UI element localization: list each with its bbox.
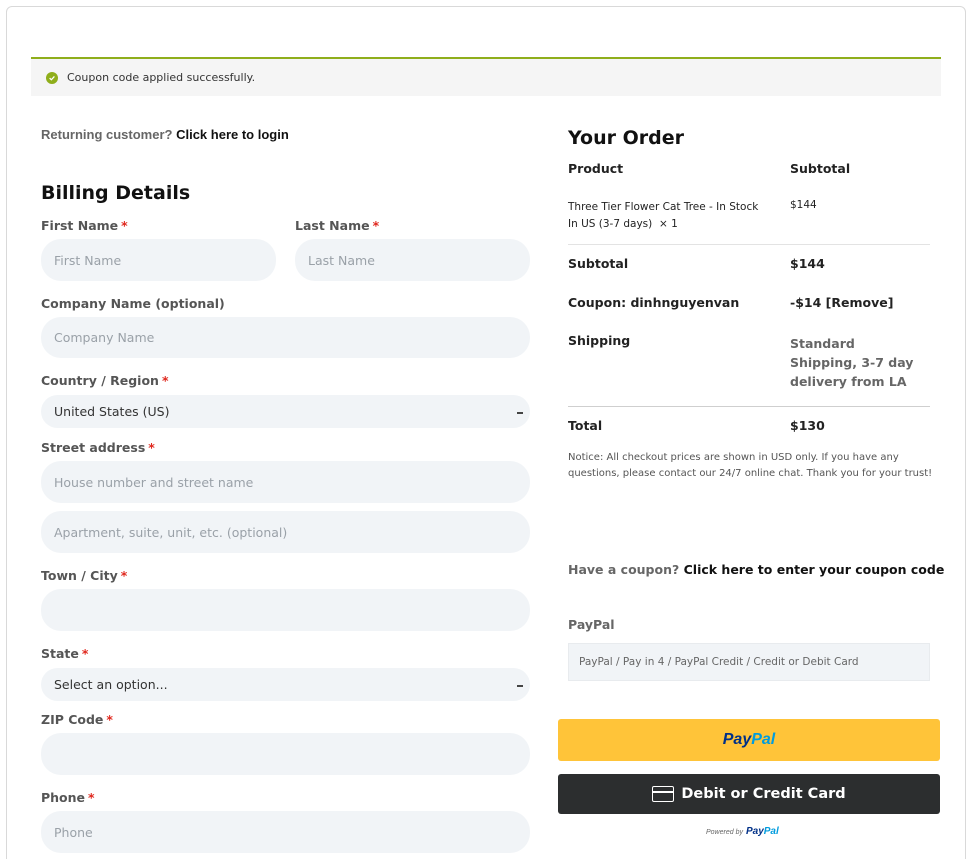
zip-label: ZIP Code * xyxy=(41,712,113,727)
payment-method-description: PayPal / Pay in 4 / PayPal Credit / Cred… xyxy=(568,643,930,681)
debit-credit-card-button[interactable]: Debit or Credit Card xyxy=(558,774,940,814)
price-notice: Notice: All checkout prices are shown in… xyxy=(568,452,933,479)
subtotal-value: $144 xyxy=(790,256,825,271)
company-label: Company Name (optional) xyxy=(41,296,225,311)
total-value: $130 xyxy=(790,418,825,433)
coupon-value: -$14 [Remove] xyxy=(790,295,894,310)
paypal-button[interactable]: Pay Pal xyxy=(558,719,940,761)
returning-prefix: Returning customer? xyxy=(41,127,173,142)
required-mark: * xyxy=(88,790,95,805)
street-input[interactable]: House number and street name xyxy=(41,461,530,503)
credit-card-icon xyxy=(652,786,675,802)
billing-title: Billing Details xyxy=(41,182,191,204)
zip-input[interactable] xyxy=(41,733,530,775)
subtotal-column-header: Subtotal xyxy=(790,161,851,176)
returning-customer: Returning customer? Click here to login xyxy=(41,127,289,142)
divider xyxy=(568,244,930,245)
order-title: Your Order xyxy=(568,127,684,149)
required-mark: * xyxy=(161,373,169,388)
last-name-label: Last Name * xyxy=(295,218,380,233)
total-label: Total xyxy=(568,418,603,433)
required-mark: * xyxy=(148,440,155,455)
dropdown-arrow-icon xyxy=(517,684,523,687)
paypal-logo-part2: Pal xyxy=(751,731,776,748)
state-label: State * xyxy=(41,646,89,661)
coupon-success-notice: Coupon code applied successfully. xyxy=(31,57,941,96)
login-link[interactable]: Click here to login xyxy=(176,127,289,142)
last-name-input[interactable]: Last Name xyxy=(295,239,530,281)
order-item-qty: × 1 xyxy=(658,218,678,230)
order-item-price: $144 xyxy=(790,199,817,211)
product-column-header: Product xyxy=(568,161,624,176)
coupon-prompt: Have a coupon? Click here to enter your … xyxy=(568,562,945,577)
shipping-value: Standard Shipping, 3-7 day delivery from… xyxy=(790,336,914,389)
dropdown-arrow-icon xyxy=(517,411,523,414)
divider xyxy=(568,406,930,407)
enter-coupon-link[interactable]: Click here to enter your coupon code xyxy=(684,562,945,577)
notice-message: Coupon code applied successfully. xyxy=(67,71,256,84)
subtotal-label: Subtotal xyxy=(568,256,629,271)
phone-input[interactable]: Phone xyxy=(41,811,530,853)
coupon-label: Coupon: dinhnguyenvan xyxy=(568,295,740,310)
required-mark: * xyxy=(81,646,89,661)
payment-method-label: PayPal xyxy=(568,617,615,632)
apartment-input[interactable]: Apartment, suite, unit, etc. (optional) xyxy=(41,511,530,553)
required-mark: * xyxy=(106,712,113,727)
order-item-name: Three Tier Flower Cat Tree - In Stock In… xyxy=(568,201,759,230)
first-name-input[interactable]: First Name xyxy=(41,239,276,281)
required-mark: * xyxy=(372,218,380,233)
country-label: Country / Region * xyxy=(41,373,169,388)
first-name-label: First Name * xyxy=(41,218,128,233)
state-select[interactable]: Select an option... xyxy=(41,668,530,701)
required-mark: * xyxy=(120,568,128,583)
country-select[interactable]: United States (US) xyxy=(41,395,530,428)
required-mark: * xyxy=(121,218,128,233)
shipping-label: Shipping xyxy=(568,333,631,348)
paypal-logo-part1: Pay xyxy=(722,731,752,748)
company-input[interactable]: Company Name xyxy=(41,317,530,358)
phone-label: Phone * xyxy=(41,790,95,805)
remove-coupon-link[interactable]: [Remove] xyxy=(826,295,894,310)
checkmark-icon xyxy=(46,71,58,84)
street-label: Street address * xyxy=(41,440,155,455)
powered-by-paypal: Powered by PayPal xyxy=(706,826,779,837)
city-label: Town / City * xyxy=(41,568,128,583)
card-button-label: Debit or Credit Card xyxy=(681,786,846,802)
city-input[interactable] xyxy=(41,589,530,631)
